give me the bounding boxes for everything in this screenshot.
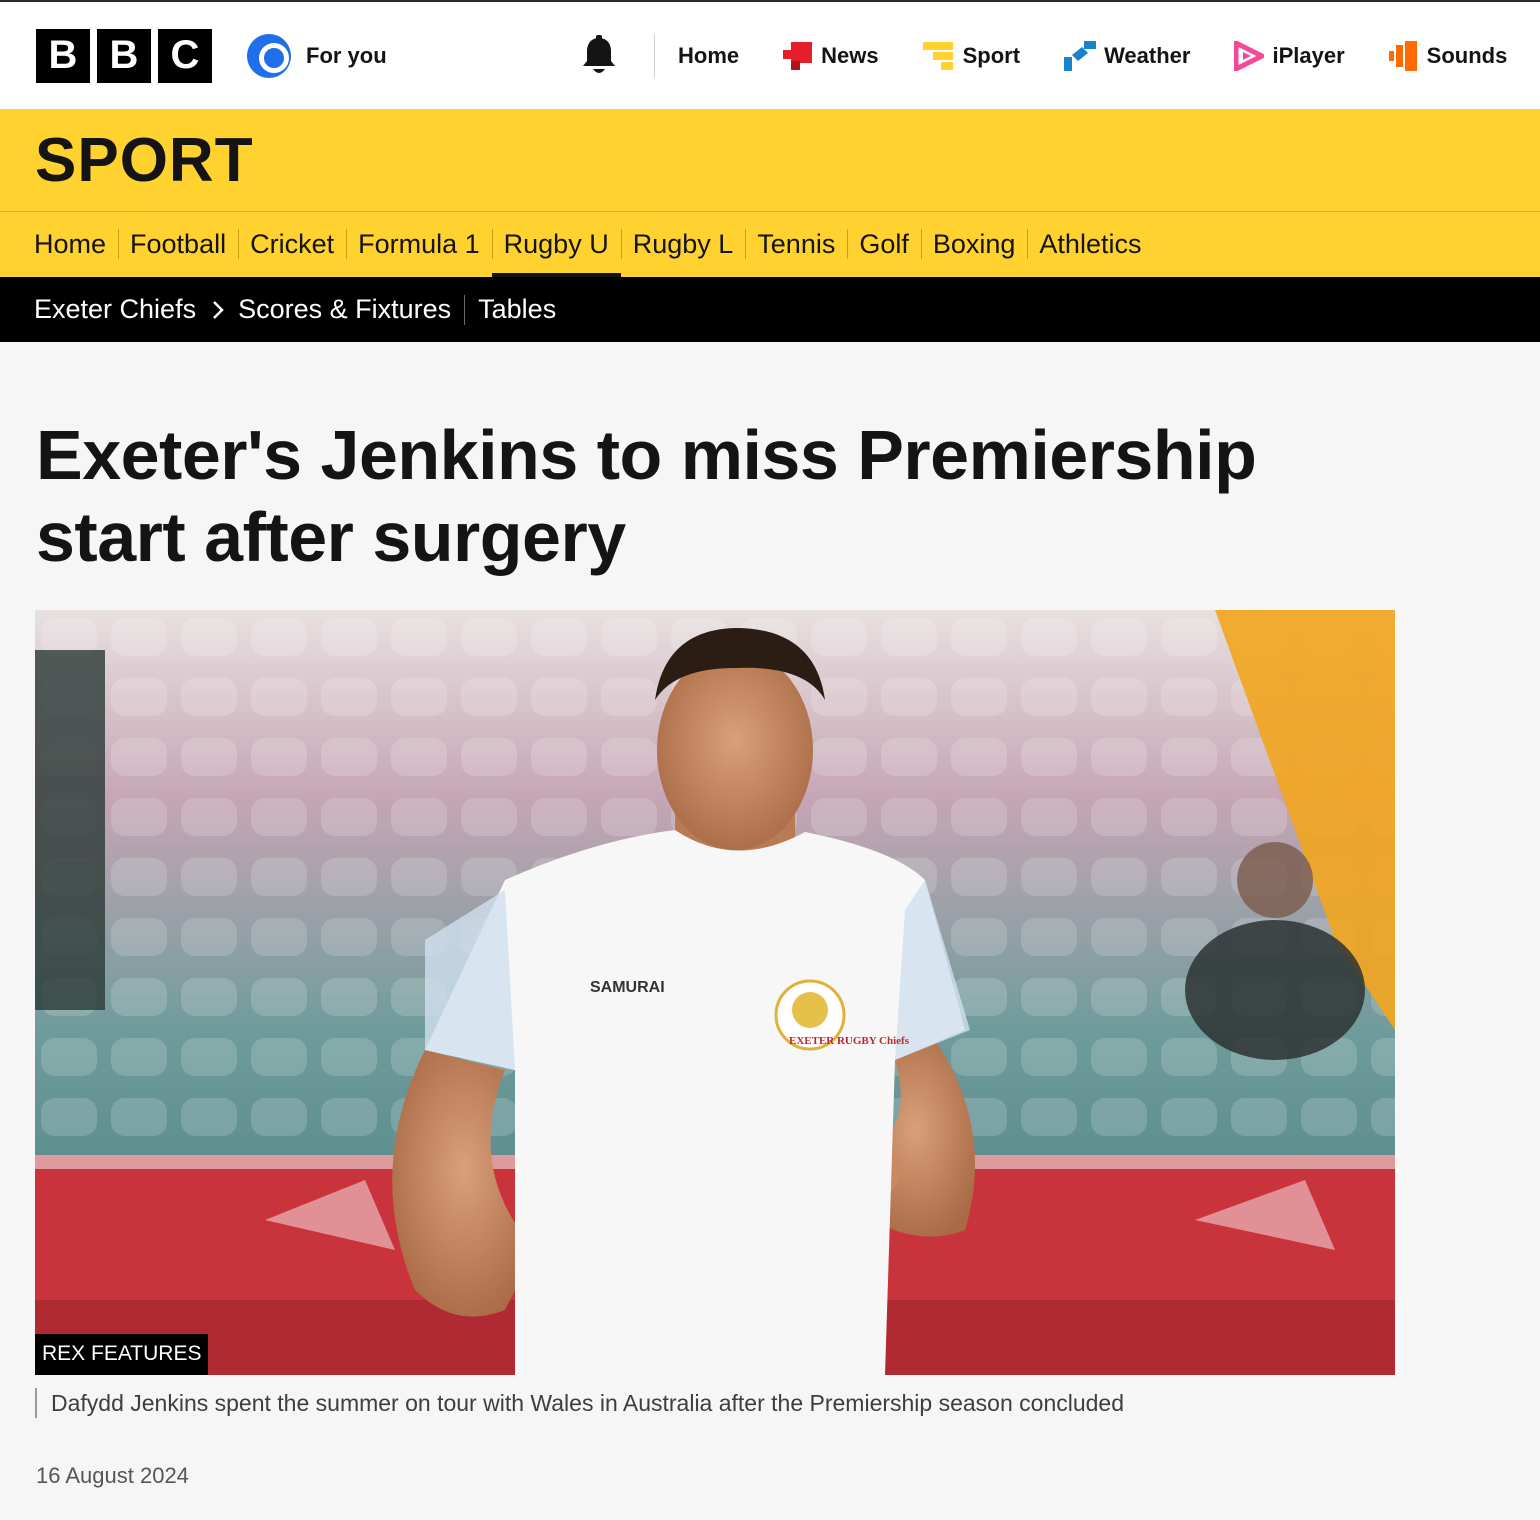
sport-nav-tennis[interactable]: Tennis [745,212,847,277]
sport-nav-rugby-league[interactable]: Rugby L [620,212,746,277]
global-nav-home[interactable]: Home [678,43,739,69]
sport-section-title[interactable]: SPORT [35,125,254,196]
global-nav-sport-label: Sport [962,43,1021,68]
global-nav-home-label: Home [678,43,740,68]
jersey-sponsor: SAMURAI [590,979,665,996]
notifications-bell-icon[interactable] [580,35,618,77]
sport-nav-cricket[interactable]: Cricket [238,212,346,277]
sport-nav-golf[interactable]: Golf [847,212,921,277]
iplayer-icon [1234,41,1265,71]
player-photo: SAMURAI EXETER RUGBY Chiefs [35,610,1395,1375]
sub-nav-tables[interactable]: Tables [478,294,556,325]
sub-nav-divider [464,294,466,325]
hero-image: SAMURAI EXETER RUGBY Chiefs REX FEATURES [35,610,1395,1375]
sport-nav: Home Football Cricket Formula 1 Rugby U … [0,212,1540,277]
article-headline: Exeter's Jenkins to miss Premiership sta… [36,416,1257,576]
global-nav-weather[interactable]: Weather [1064,41,1190,71]
global-nav-news-label: News [821,43,879,68]
sub-nav-team[interactable]: Exeter Chiefs [34,294,196,325]
sport-nav-boxing[interactable]: Boxing [920,212,1028,277]
crest-text: EXETER RUGBY Chiefs [789,1035,910,1047]
chevron-right-icon [212,300,224,320]
sport-nav-athletics[interactable]: Athletics [1027,212,1153,277]
global-nav-news[interactable]: News [783,42,879,70]
sounds-icon [1388,41,1417,71]
global-nav: Home News Sport Weather iPlayer Sounds [678,2,1507,110]
bbc-logo[interactable]: B B C [36,28,212,83]
weather-icon [1064,41,1097,71]
bbc-logo-block: B [36,28,90,83]
image-credit: REX FEATURES [35,1334,209,1375]
team-sub-nav: Exeter Chiefs Scores & Fixtures Tables [0,277,1540,342]
for-you-link[interactable]: For you [247,33,387,78]
bbc-logo-block: B [97,28,151,83]
nav-divider [654,34,655,78]
for-you-label: For you [306,42,387,68]
global-nav-iplayer-label: iPlayer [1272,43,1345,68]
article-date: 16 August 2024 [36,1463,189,1488]
sport-nav-rugby-union[interactable]: Rugby U [491,212,621,277]
news-icon [783,42,813,70]
sport-nav-football[interactable]: Football [118,212,238,277]
bbc-logo-block: C [158,28,212,83]
global-nav-weather-label: Weather [1104,43,1191,68]
global-nav-sounds-label: Sounds [1426,43,1508,68]
global-nav-sport[interactable]: Sport [922,42,1021,70]
sub-nav-scores-fixtures[interactable]: Scores & Fixtures [238,294,451,325]
global-header: B B C For you Home News Sport Weather iP… [0,0,1540,110]
sport-masthead: SPORT [0,110,1540,212]
article: Exeter's Jenkins to miss Premiership sta… [0,414,1540,1488]
sport-nav-formula-1[interactable]: Formula 1 [346,212,492,277]
image-caption: Dafydd Jenkins spent the summer on tour … [35,1388,1124,1418]
global-nav-sounds[interactable]: Sounds [1388,41,1508,71]
sport-nav-home[interactable]: Home [34,212,118,277]
sport-icon [922,42,953,70]
account-icon [247,33,291,78]
global-nav-iplayer[interactable]: iPlayer [1234,41,1345,71]
